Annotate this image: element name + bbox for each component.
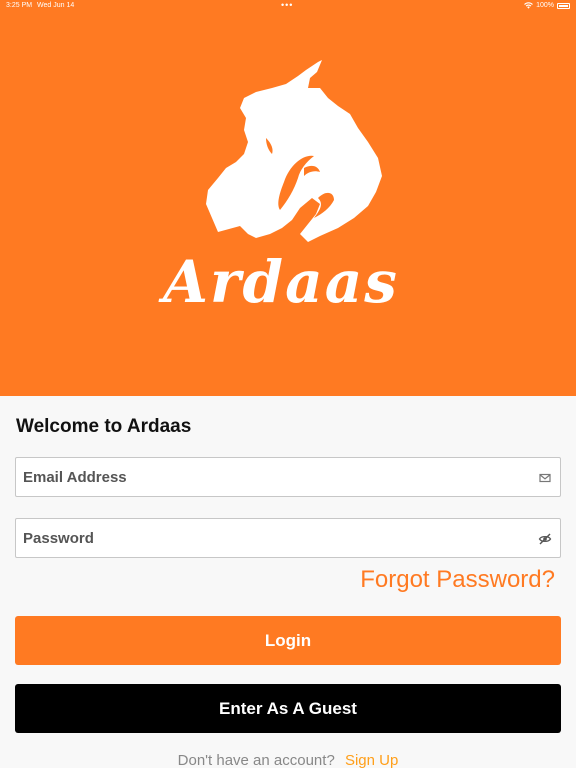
battery-percent: 100% [536, 2, 554, 9]
guest-button[interactable]: Enter As A Guest [15, 684, 561, 733]
punjab-map-logo-icon [206, 60, 382, 242]
email-field[interactable] [16, 458, 560, 496]
signup-prompt: Don't have an account? [177, 752, 335, 768]
password-field[interactable] [16, 519, 560, 557]
signup-row: Don't have an account? Sign Up [0, 752, 576, 768]
status-time: 3:25 PM [6, 2, 33, 9]
brand-wordmark: Ardaas [163, 248, 399, 316]
mail-icon [539, 473, 551, 483]
status-bar: 3:25 PM Wed Jun 14 ••• 100% [0, 0, 576, 12]
multitasking-dots-icon[interactable]: ••• [281, 0, 293, 10]
hero-banner: Ardaas [0, 0, 576, 396]
status-indicators: 100% [524, 2, 570, 9]
signup-link[interactable]: Sign Up [345, 752, 398, 768]
email-field-container [15, 457, 561, 497]
login-form: Welcome to Ardaas Forgot Password? Login… [0, 396, 576, 768]
eye-off-icon[interactable] [538, 532, 552, 546]
welcome-heading: Welcome to Ardaas [16, 416, 192, 437]
forgot-password-link[interactable]: Forgot Password? [360, 566, 555, 594]
battery-icon [557, 2, 570, 9]
wifi-icon [524, 2, 533, 9]
password-field-container [15, 518, 561, 558]
status-date: Wed Jun 14 [37, 2, 75, 9]
login-button[interactable]: Login [15, 616, 561, 665]
